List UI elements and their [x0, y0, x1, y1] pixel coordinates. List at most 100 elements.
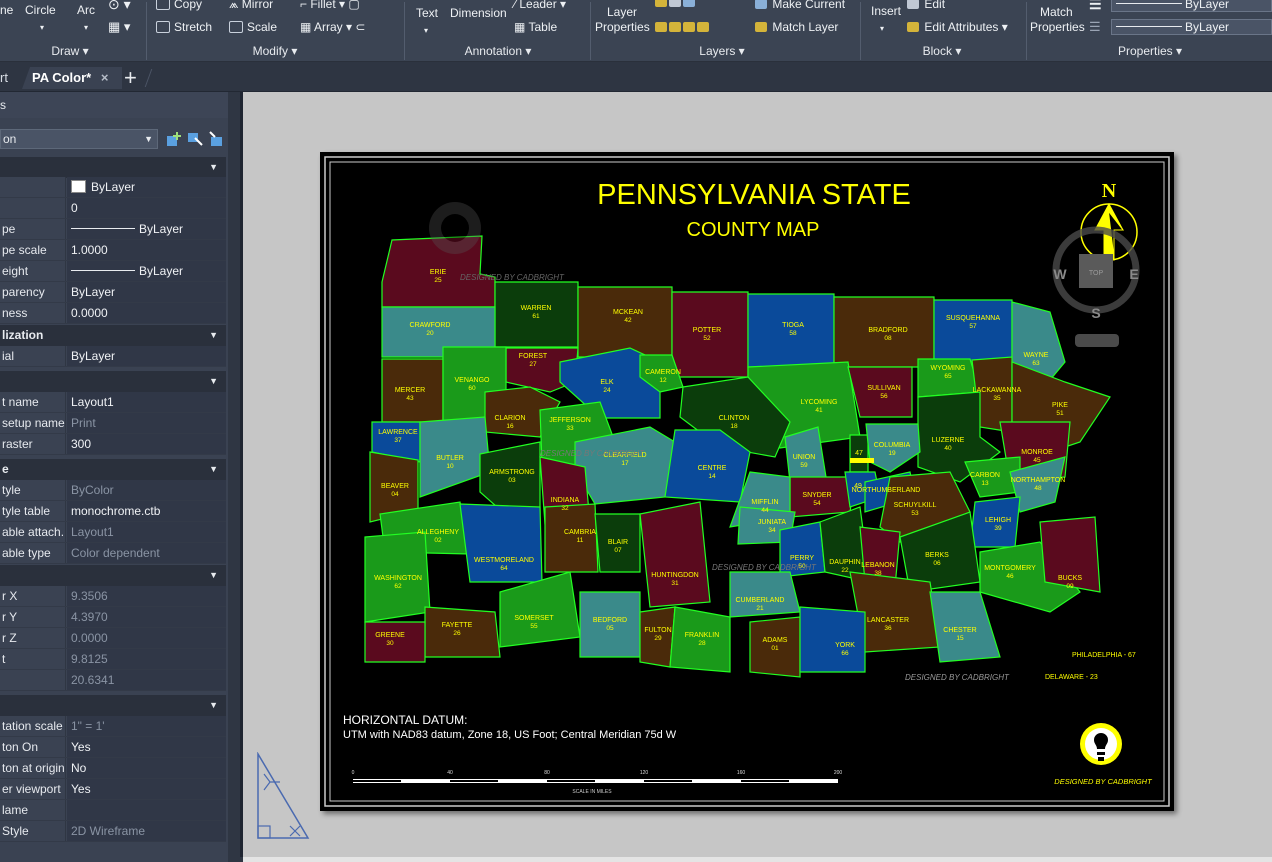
layer-isolate-icon[interactable] — [655, 22, 667, 32]
arc-dropdown-chevron-icon[interactable]: ▾ — [84, 21, 88, 35]
property-row[interactable]: ton On Yes — [0, 737, 226, 758]
property-row[interactable]: t name Layout1 — [0, 392, 226, 413]
property-row[interactable]: tyle table monochrome.ctb — [0, 501, 226, 522]
insert-dropdown-chevron-icon[interactable]: ▾ — [880, 22, 884, 36]
layers-panel-title[interactable]: Layers ▾ — [592, 43, 852, 59]
layer-lock-icon[interactable] — [683, 0, 695, 7]
property-value[interactable]: 9.3506 — [67, 586, 226, 606]
compass-east[interactable]: E — [1129, 266, 1138, 282]
circle-dropdown-chevron-icon[interactable]: ▾ — [40, 21, 44, 35]
property-value[interactable]: ByLayer — [67, 346, 226, 366]
property-row[interactable]: t 9.8125 — [0, 649, 226, 670]
county-shape[interactable] — [364, 621, 426, 663]
offset-icon[interactable]: ⊂ — [355, 20, 365, 34]
text-button[interactable]: Text — [416, 6, 438, 20]
layer-merge-icon[interactable] — [697, 22, 709, 32]
draw-panel-title[interactable]: Draw ▾ — [0, 43, 140, 59]
layer-properties-button-line1[interactable]: Layer — [607, 5, 637, 19]
layer-state-icons-row1[interactable] — [655, 0, 697, 9]
property-value[interactable]: 9.8125 — [67, 649, 226, 669]
property-row[interactable]: r Y 4.3970 — [0, 607, 226, 628]
property-category[interactable]: e ▼ — [0, 459, 226, 480]
property-row[interactable]: lame — [0, 800, 226, 821]
quick-select-icon[interactable] — [208, 131, 224, 147]
match-properties-button-line2[interactable]: Properties — [1030, 20, 1085, 34]
toggle-pickadd-icon[interactable] — [166, 131, 182, 147]
property-value[interactable]: monochrome.ctb — [67, 501, 226, 521]
match-properties-button-line1[interactable]: Match — [1040, 5, 1073, 19]
make-current-button[interactable]: Make Current — [755, 0, 845, 11]
property-value[interactable]: 300 — [67, 434, 226, 454]
property-row[interactable]: er viewport Yes — [0, 779, 226, 800]
property-value[interactable]: Color dependent — [67, 543, 226, 563]
circle-button[interactable]: Circle — [25, 3, 56, 17]
array-button[interactable]: ▦ Array ▾ ⊂ — [300, 20, 365, 34]
property-value[interactable]: 20.6341 — [67, 670, 226, 690]
collapse-chevron-icon[interactable]: ▼ — [209, 695, 218, 716]
collapse-chevron-icon[interactable]: ▼ — [209, 565, 218, 586]
layer-on-icon[interactable] — [655, 0, 667, 7]
tab-start[interactable]: rt — [0, 67, 8, 89]
property-value[interactable]: Yes — [67, 779, 226, 799]
property-value[interactable]: ByColor — [67, 480, 226, 500]
insert-button[interactable]: Insert — [871, 4, 901, 18]
tab-pa-color[interactable]: PA Color* × — [22, 67, 122, 89]
property-category[interactable]: lization ▼ — [0, 325, 226, 346]
property-value[interactable]: ByLayer — [67, 219, 226, 239]
property-row[interactable]: able type Color dependent — [0, 543, 226, 564]
property-row[interactable]: tation scale 1" = 1' — [0, 716, 226, 737]
property-row[interactable]: 0 — [0, 198, 226, 219]
viewcube-compass[interactable]: TOP W E S — [1052, 226, 1140, 347]
properties-panel-title[interactable]: Properties ▾ — [1030, 43, 1270, 59]
property-value[interactable]: 0.0000 — [67, 303, 226, 323]
property-row[interactable]: r Z 0.0000 — [0, 628, 226, 649]
select-objects-icon[interactable] — [187, 131, 203, 147]
property-row[interactable]: able attach... Layout1 — [0, 522, 226, 543]
object-type-select[interactable]: on ▼ — [0, 129, 158, 149]
property-value[interactable]: Layout1 — [67, 392, 226, 412]
dimension-button[interactable]: Dimension — [450, 6, 507, 20]
property-row[interactable]: tyle ByColor — [0, 480, 226, 501]
layer-state-icons-row2[interactable] — [655, 20, 711, 34]
layer-walk-icon[interactable] — [683, 22, 695, 32]
property-row[interactable]: ial ByLayer — [0, 346, 226, 367]
county-shape[interactable] — [847, 366, 913, 418]
property-value[interactable] — [67, 800, 226, 820]
copy-button[interactable]: Copy — [156, 0, 202, 11]
county-shape[interactable] — [729, 571, 801, 618]
edit-block-button[interactable]: Edit — [907, 0, 945, 11]
property-value[interactable]: ByLayer — [67, 177, 226, 197]
palette-scrollbar[interactable] — [228, 92, 240, 862]
region-tool-icon[interactable]: ⊙ ▾ — [108, 0, 131, 11]
hatch-tool-icon[interactable]: ▦ ▾ — [108, 20, 130, 34]
property-row[interactable]: parency ByLayer — [0, 282, 226, 303]
property-value[interactable]: 0.0000 — [67, 628, 226, 648]
property-row[interactable]: ton at origin No — [0, 758, 226, 779]
property-row[interactable]: pe ByLayer — [0, 219, 226, 240]
property-row[interactable]: Style 2D Wireframe — [0, 821, 226, 842]
linetype-combo[interactable]: ByLayer — [1111, 19, 1272, 35]
lineweight-combo[interactable]: ByLayer — [1111, 0, 1272, 12]
property-row[interactable]: setup name Print — [0, 413, 226, 434]
property-value[interactable]: ByLayer — [67, 282, 226, 302]
explode-icon[interactable]: ▢ — [348, 0, 359, 11]
county-shape[interactable] — [424, 606, 501, 658]
property-value[interactable]: Yes — [67, 737, 226, 757]
property-category[interactable]: ▼ — [0, 565, 226, 586]
property-value[interactable]: 0 — [67, 198, 226, 218]
match-layer-button[interactable]: Match Layer — [755, 20, 838, 34]
property-value[interactable]: 4.3970 — [67, 607, 226, 627]
layer-unisolate-icon[interactable] — [669, 22, 681, 32]
property-value[interactable]: No — [67, 758, 226, 778]
county-shape[interactable] — [933, 299, 1013, 363]
compass-west[interactable]: W — [1053, 266, 1067, 282]
property-row[interactable]: r X 9.3506 — [0, 586, 226, 607]
layout-canvas[interactable]: PENNSYLVANIA STATE COUNTY MAP N TOP W E … — [243, 92, 1272, 857]
county-shape[interactable] — [544, 503, 599, 573]
collapse-chevron-icon[interactable]: ▼ — [209, 157, 218, 178]
stretch-button[interactable]: Stretch — [156, 20, 212, 34]
block-panel-title[interactable]: Block ▾ — [862, 43, 1022, 59]
edit-attributes-button[interactable]: Edit Attributes ▾ — [907, 20, 1008, 34]
horizontal-scrollbar[interactable] — [243, 857, 1272, 862]
arc-button[interactable]: Arc — [77, 3, 95, 17]
